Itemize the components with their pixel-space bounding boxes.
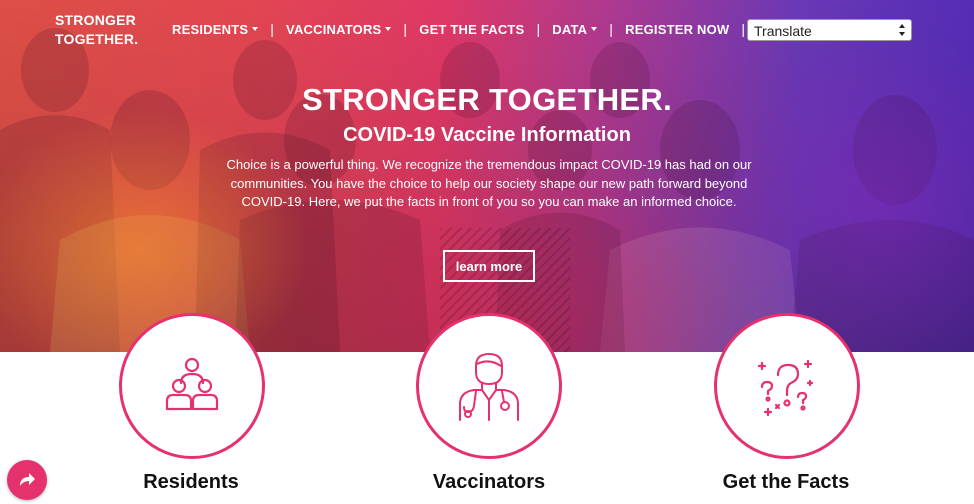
share-button[interactable] <box>7 460 47 500</box>
question-marks-icon <box>757 359 814 417</box>
brand-line-2: TOGETHER. <box>55 31 139 47</box>
caret-down-icon <box>252 27 259 31</box>
nav-separator: | <box>536 21 541 37</box>
main-menu: RESIDENTS | VACCINATORS | GET THE FACTS … <box>172 21 757 37</box>
vaccinators-card-title[interactable]: Vaccinators <box>389 471 589 494</box>
nav-item-data[interactable]: DATA <box>552 21 598 37</box>
nav-separator: | <box>270 21 275 37</box>
brand-line-1: STRONGER <box>55 12 136 28</box>
caret-down-icon <box>385 27 392 31</box>
select-arrows-icon <box>899 24 905 36</box>
top-navigation: STRONGER TOGETHER. RESIDENTS | VACCINATO… <box>0 0 974 60</box>
get-the-facts-card-circle[interactable] <box>714 313 860 459</box>
brand-logo[interactable]: STRONGER TOGETHER. <box>55 11 138 49</box>
share-arrow-icon <box>20 473 35 486</box>
nav-separator: | <box>403 21 408 37</box>
nav-item-vaccinators[interactable]: VACCINATORS <box>286 21 392 37</box>
hero-subtitle: COVID-19 Vaccine Information <box>343 124 631 146</box>
nav-item-label: REGISTER NOW <box>625 21 730 37</box>
nav-item-label: VACCINATORS <box>286 21 382 37</box>
nav-separator: | <box>741 21 746 37</box>
get-the-facts-card-title[interactable]: Get the Facts <box>686 471 886 494</box>
residents-group-icon <box>165 357 219 411</box>
nav-item-label: RESIDENTS <box>172 21 249 37</box>
nav-item-label: DATA <box>552 21 588 37</box>
nav-item-get-the-facts[interactable]: GET THE FACTS <box>419 22 524 37</box>
learn-more-button[interactable]: learn more <box>443 250 535 282</box>
nav-separator: | <box>609 21 614 37</box>
translate-select[interactable]: Translate <box>747 19 912 41</box>
nav-item-label: GET THE FACTS <box>419 21 525 37</box>
nav-item-residents[interactable]: RESIDENTS <box>172 21 259 37</box>
hero-title: STRONGER TOGETHER. <box>302 82 672 117</box>
residents-card-title[interactable]: Residents <box>91 471 291 494</box>
doctor-icon <box>459 353 519 421</box>
caret-down-icon <box>591 27 598 31</box>
nav-item-register-now[interactable]: REGISTER NOW <box>625 22 729 37</box>
residents-card-circle[interactable] <box>119 313 265 459</box>
hero-description: Choice is a powerful thing. We recognize… <box>226 157 752 209</box>
vaccinators-card-circle[interactable] <box>416 313 562 459</box>
translate-selected-value: Translate <box>754 22 812 39</box>
